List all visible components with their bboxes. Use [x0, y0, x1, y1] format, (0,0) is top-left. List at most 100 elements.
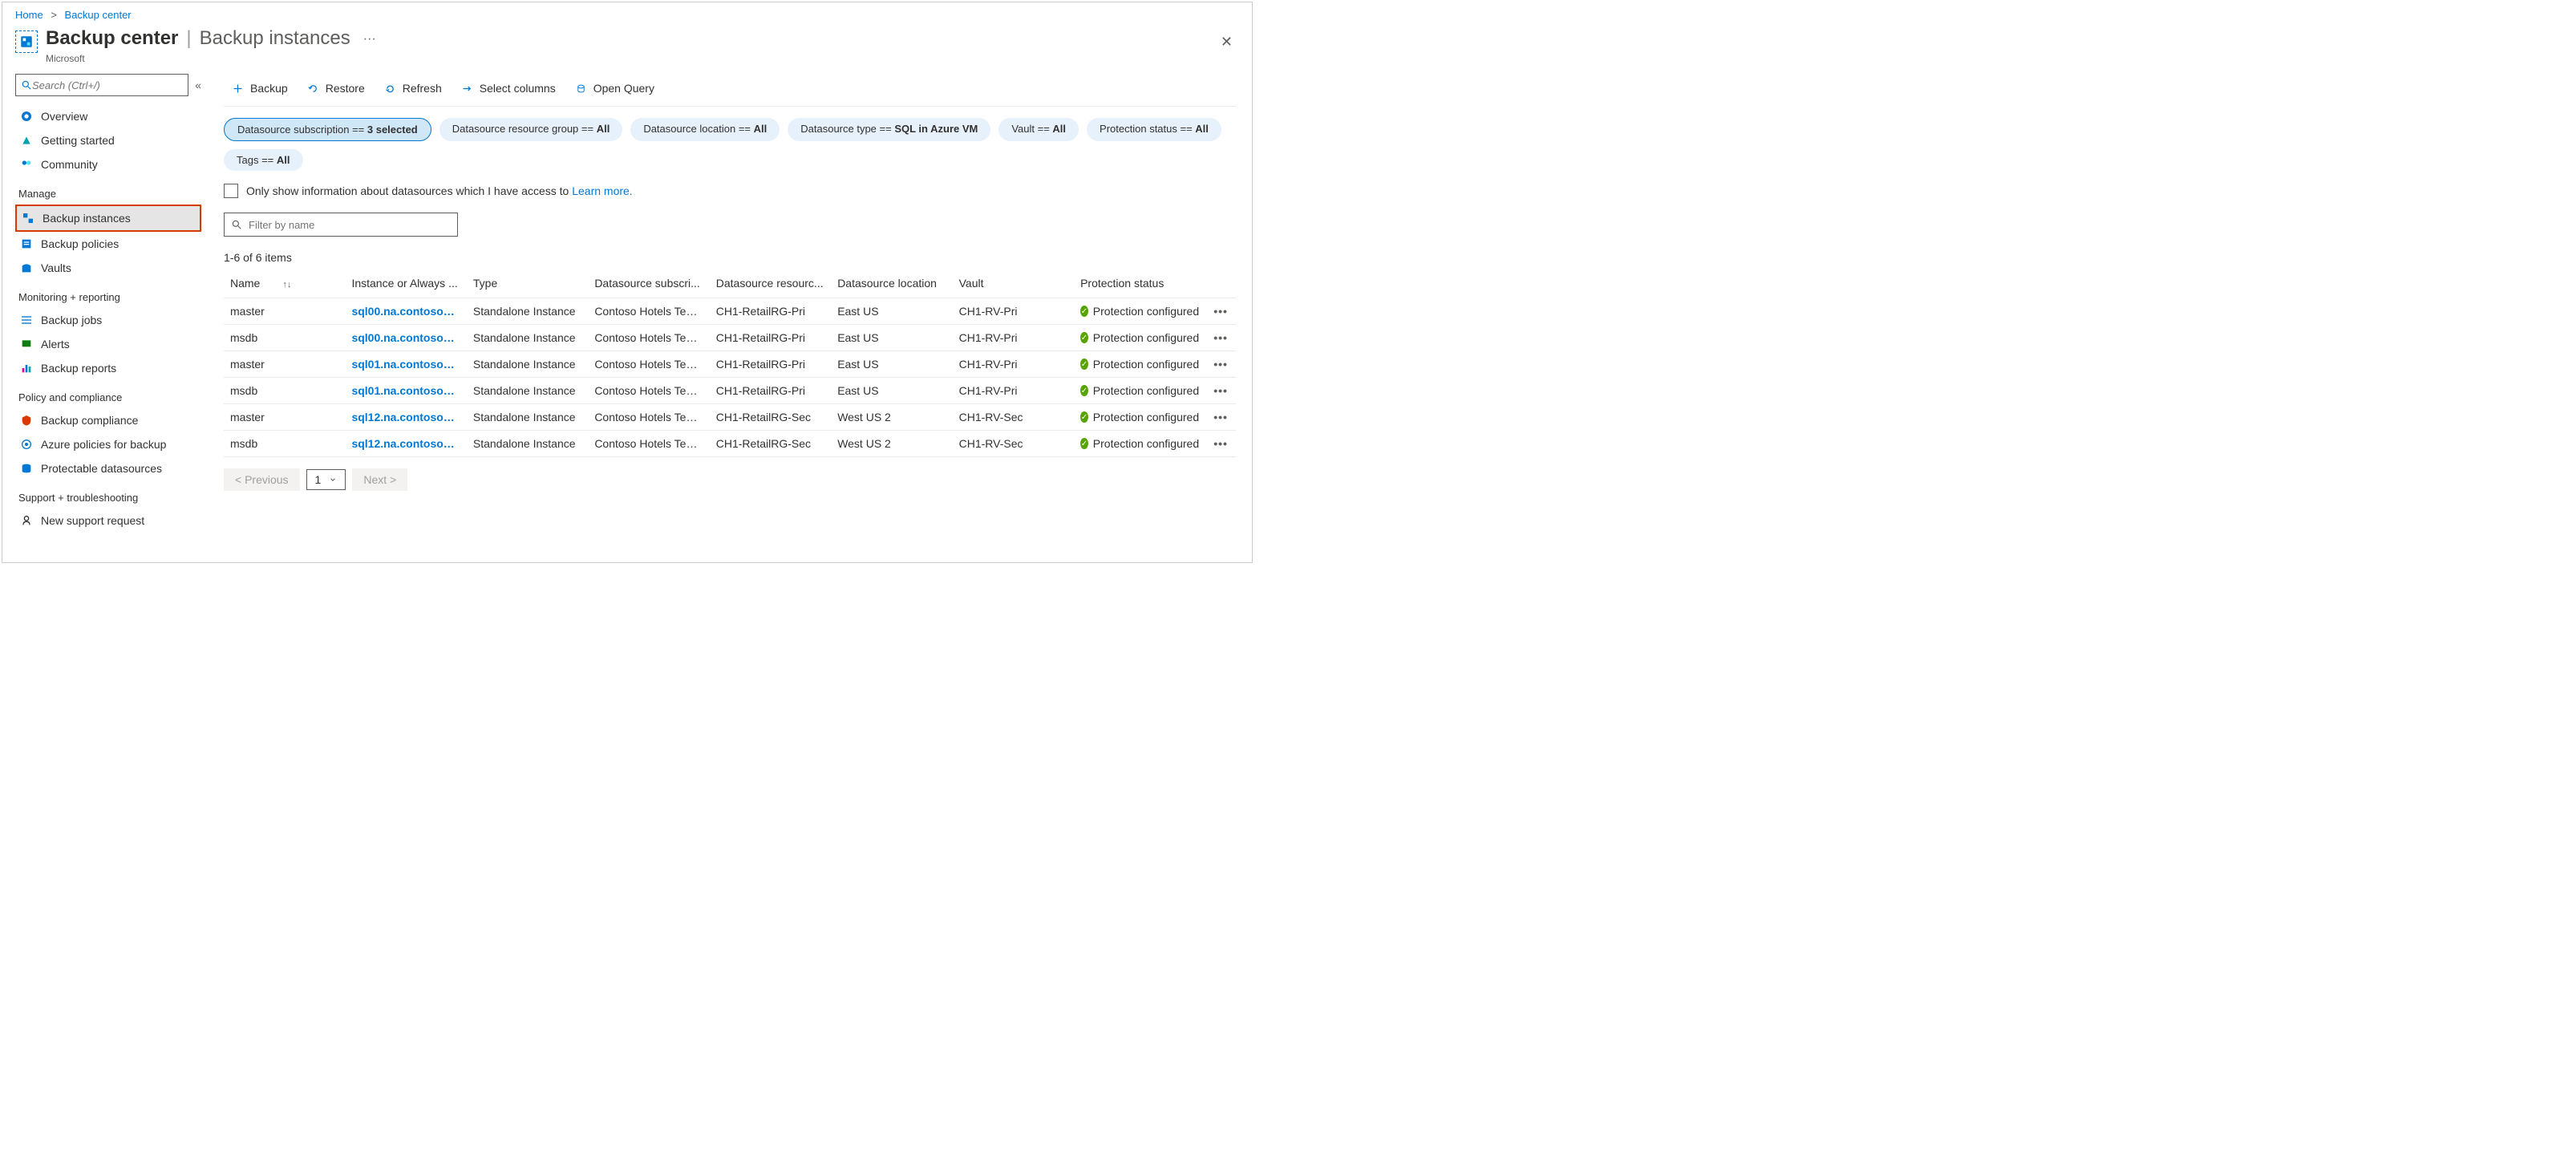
sidebar-item-getting-started[interactable]: Getting started	[15, 128, 201, 152]
open-query-button[interactable]: Open Query	[567, 77, 662, 99]
cell-instance-link[interactable]: sql01.na.contosohotels...	[345, 378, 466, 404]
breadcrumb-current[interactable]: Backup center	[65, 9, 132, 21]
sidebar-item-backup-compliance[interactable]: Backup compliance	[15, 408, 201, 432]
cell-name: master	[224, 298, 345, 325]
breadcrumb-home[interactable]: Home	[15, 9, 43, 21]
row-more-button[interactable]: •••	[1205, 351, 1236, 378]
access-checkbox[interactable]	[224, 184, 238, 198]
pill-value: All	[1195, 123, 1209, 135]
pill-value: All	[277, 154, 290, 166]
cell-name: msdb	[224, 378, 345, 404]
row-more-button[interactable]: •••	[1205, 378, 1236, 404]
column-label: Name	[230, 277, 260, 290]
table-row[interactable]: mastersql01.na.contosohotels...Standalon…	[224, 351, 1236, 378]
cell-instance-link[interactable]: sql00.na.contosohotels...	[345, 298, 466, 325]
row-more-button[interactable]: •••	[1205, 431, 1236, 457]
sidebar-item-alerts[interactable]: Alerts	[15, 332, 201, 356]
sidebar-item-support-request[interactable]: New support request	[15, 509, 201, 533]
support-icon	[20, 514, 33, 527]
toolbar-label: Refresh	[403, 82, 442, 95]
cell-instance-link[interactable]: sql01.na.contosohotels...	[345, 351, 466, 378]
sidebar-section-monitoring: Monitoring + reporting	[15, 280, 201, 308]
filter-type[interactable]: Datasource type == SQL in Azure VM	[788, 118, 990, 141]
sidebar-item-azure-policies[interactable]: Azure policies for backup	[15, 432, 201, 456]
pill-value: All	[754, 123, 768, 135]
title-more-button[interactable]: ···	[358, 27, 381, 51]
sidebar-item-label: Backup jobs	[41, 314, 102, 326]
table-row[interactable]: msdbsql12.na.contosohotels...Standalone …	[224, 431, 1236, 457]
sidebar-item-backup-reports[interactable]: Backup reports	[15, 356, 201, 380]
filter-vault[interactable]: Vault == All	[998, 118, 1079, 141]
column-resource-group[interactable]: Datasource resourc...	[710, 269, 831, 298]
pager: < Previous 1 Next >	[224, 457, 1236, 502]
arrow-right-icon	[461, 83, 473, 95]
cell-vault: CH1-RV-Pri	[953, 298, 1074, 325]
success-icon: ✓	[1080, 385, 1088, 396]
table-row[interactable]: msdbsql01.na.contosohotels...Standalone …	[224, 378, 1236, 404]
pill-label: Datasource resource group ==	[452, 123, 597, 135]
name-filter-input[interactable]	[249, 219, 451, 231]
close-button[interactable]: ✕	[1214, 27, 1239, 57]
sidebar-item-label: Getting started	[41, 134, 115, 147]
sidebar-item-label: Vaults	[41, 261, 71, 274]
learn-more-link[interactable]: Learn more.	[572, 184, 632, 197]
cell-subscription: Contoso Hotels Tenant -...	[588, 431, 709, 457]
toolbar-label: Backup	[250, 82, 288, 95]
table-row[interactable]: mastersql00.na.contosohotels...Standalon…	[224, 298, 1236, 325]
sidebar-item-protectable-datasources[interactable]: Protectable datasources	[15, 456, 201, 480]
filter-protection-status[interactable]: Protection status == All	[1087, 118, 1221, 141]
sidebar-item-overview[interactable]: Overview	[15, 104, 201, 128]
previous-button[interactable]: < Previous	[224, 468, 300, 491]
page-select[interactable]: 1	[306, 469, 346, 490]
select-columns-button[interactable]: Select columns	[453, 77, 564, 99]
title-icon	[15, 30, 38, 53]
cell-subscription: Contoso Hotels Tenant -...	[588, 378, 709, 404]
filter-tags[interactable]: Tags == All	[224, 149, 303, 171]
column-subscription[interactable]: Datasource subscri...	[588, 269, 709, 298]
table-row[interactable]: msdbsql00.na.contosohotels...Standalone …	[224, 325, 1236, 351]
sidebar-item-label: New support request	[41, 514, 144, 527]
next-button[interactable]: Next >	[352, 468, 407, 491]
cell-instance-link[interactable]: sql12.na.contosohotels...	[345, 404, 466, 431]
row-more-button[interactable]: •••	[1205, 298, 1236, 325]
sidebar-item-vaults[interactable]: Vaults	[15, 256, 201, 280]
sidebar-item-label: Protectable datasources	[41, 462, 162, 475]
cell-resource-group: CH1-RetailRG-Pri	[710, 298, 831, 325]
cell-vault: CH1-RV-Pri	[953, 378, 1074, 404]
column-location[interactable]: Datasource location	[831, 269, 952, 298]
cell-type: Standalone Instance	[467, 431, 588, 457]
cell-instance-link[interactable]: sql00.na.contosohotels...	[345, 325, 466, 351]
toolbar-label: Restore	[326, 82, 365, 95]
row-more-button[interactable]: •••	[1205, 325, 1236, 351]
vault-icon	[20, 261, 33, 274]
name-filter[interactable]	[224, 213, 458, 237]
filter-location[interactable]: Datasource location == All	[630, 118, 780, 141]
cell-instance-link[interactable]: sql12.na.contosohotels...	[345, 431, 466, 457]
filter-resource-group[interactable]: Datasource resource group == All	[439, 118, 623, 141]
pill-label: Protection status ==	[1100, 123, 1195, 135]
column-instance[interactable]: Instance or Always ...	[345, 269, 466, 298]
sidebar-search[interactable]	[15, 74, 188, 96]
sidebar-item-backup-policies[interactable]: Backup policies	[15, 232, 201, 256]
collapse-sidebar-button[interactable]: «	[195, 79, 201, 91]
refresh-button[interactable]: Refresh	[376, 77, 450, 99]
row-more-button[interactable]: •••	[1205, 404, 1236, 431]
restore-button[interactable]: Restore	[299, 77, 373, 99]
sidebar-item-community[interactable]: Community	[15, 152, 201, 176]
backup-button[interactable]: Backup	[224, 77, 296, 99]
sidebar-search-input[interactable]	[32, 79, 183, 91]
pill-label: Vault ==	[1011, 123, 1052, 135]
column-vault[interactable]: Vault	[953, 269, 1074, 298]
pill-label: Datasource subscription ==	[237, 124, 367, 136]
page-title: Backup center	[46, 27, 178, 50]
column-type[interactable]: Type	[467, 269, 588, 298]
column-name[interactable]: Name↑↓	[224, 269, 345, 298]
table-row[interactable]: mastersql12.na.contosohotels...Standalon…	[224, 404, 1236, 431]
sidebar-item-backup-instances[interactable]: Backup instances	[17, 206, 200, 230]
cell-vault: CH1-RV-Sec	[953, 404, 1074, 431]
success-icon: ✓	[1080, 359, 1088, 370]
cell-type: Standalone Instance	[467, 404, 588, 431]
sidebar-item-backup-jobs[interactable]: Backup jobs	[15, 308, 201, 332]
filter-subscription[interactable]: Datasource subscription == 3 selected	[224, 118, 431, 141]
column-status[interactable]: Protection status	[1074, 269, 1205, 298]
